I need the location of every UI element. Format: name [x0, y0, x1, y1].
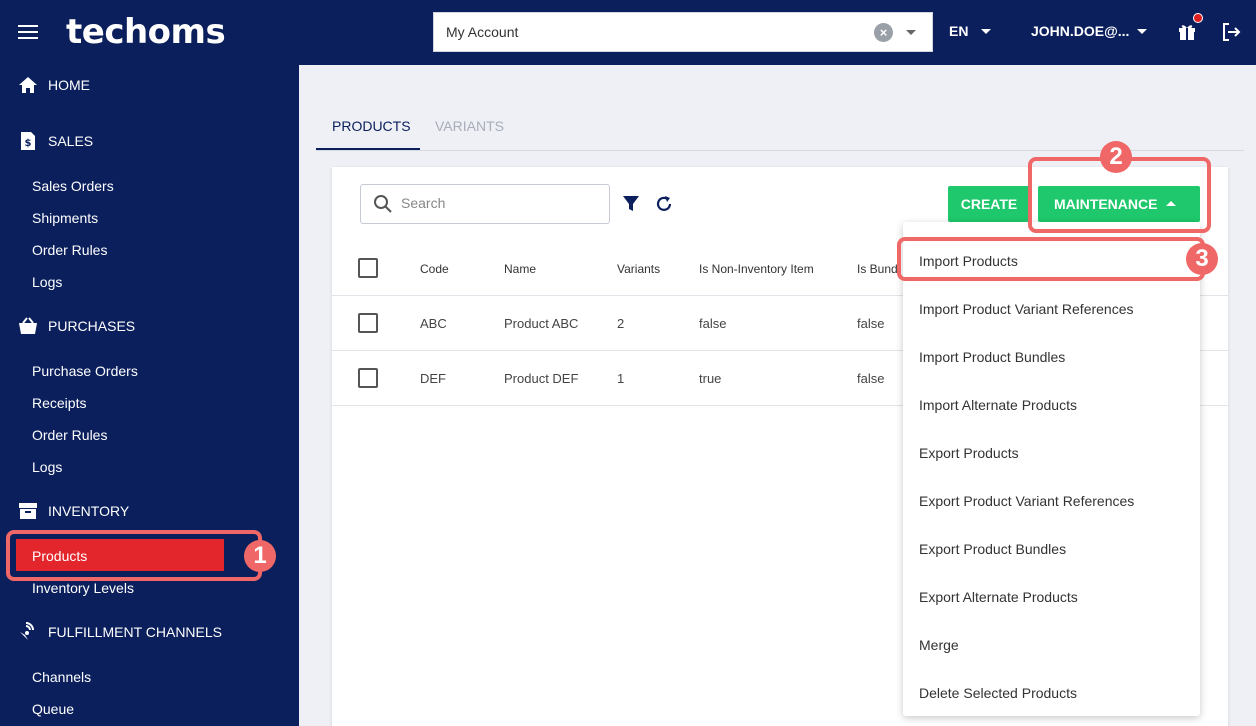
svg-text:$: $: [25, 138, 32, 149]
menu-item-export-products[interactable]: Export Products: [919, 445, 1019, 461]
menu-item-merge[interactable]: Merge: [919, 637, 959, 653]
clear-icon[interactable]: ×: [874, 23, 893, 42]
basket-icon: [18, 316, 38, 336]
logout-icon[interactable]: [1220, 21, 1242, 43]
top-bar: techoms My Account × EN JOHN.DOE@...: [0, 0, 1256, 65]
highlight-box-3: [897, 237, 1205, 281]
menu-item-import-bundles[interactable]: Import Product Bundles: [919, 349, 1065, 365]
search-input[interactable]: [401, 195, 601, 211]
column-header-bundle[interactable]: Is Bund: [857, 262, 898, 276]
row-checkbox[interactable]: [358, 313, 378, 333]
cell-bundle: false: [857, 316, 885, 331]
menu-item-export-bundles[interactable]: Export Product Bundles: [919, 541, 1066, 557]
cell-code: ABC: [420, 316, 447, 331]
tab-products[interactable]: PRODUCTS: [332, 118, 411, 134]
create-button[interactable]: CREATE: [948, 186, 1030, 222]
cell-non-inventory: true: [699, 371, 722, 386]
column-header-variants[interactable]: Variants: [617, 262, 660, 276]
chevron-down-icon[interactable]: [1137, 29, 1147, 34]
invoice-icon: $: [18, 131, 38, 151]
account-select[interactable]: My Account ×: [433, 12, 933, 52]
notification-dot: [1193, 13, 1203, 23]
cell-variants: 1: [617, 371, 625, 386]
cell-code: DEF: [420, 371, 446, 386]
cell-name: Product DEF: [504, 371, 579, 386]
search-icon: [374, 195, 392, 213]
sidebar: HOME $ SALES Sales Orders Shipments Orde…: [0, 65, 299, 726]
sidebar-section-inventory[interactable]: INVENTORY: [18, 501, 129, 521]
column-header-name[interactable]: Name: [504, 262, 536, 276]
sidebar-item-purchase-orders[interactable]: Purchase Orders: [32, 363, 138, 379]
gift-icon[interactable]: [1177, 21, 1197, 41]
menu-item-delete-selected[interactable]: Delete Selected Products: [919, 685, 1077, 701]
sidebar-item-sales-orders[interactable]: Sales Orders: [32, 178, 114, 194]
row-checkbox[interactable]: [358, 368, 378, 388]
sidebar-item-inventory-levels[interactable]: Inventory Levels: [32, 580, 134, 596]
cell-variants: 2: [617, 316, 625, 331]
highlight-box-1: [6, 530, 262, 581]
sidebar-section-label: FULFILLMENT CHANNELS: [48, 624, 223, 640]
refresh-icon[interactable]: [654, 194, 674, 214]
step-badge-2: 2: [1100, 141, 1132, 173]
sidebar-item-label: HOME: [48, 77, 90, 93]
logo: techoms: [66, 12, 226, 52]
chevron-down-icon[interactable]: [906, 30, 916, 35]
search-box[interactable]: [360, 184, 610, 224]
sidebar-section-purchases[interactable]: PURCHASES: [18, 316, 135, 336]
select-all-checkbox[interactable]: [358, 258, 378, 278]
tab-bar: PRODUCTS VARIANTS: [316, 100, 1244, 151]
sidebar-section-label: PURCHASES: [48, 318, 136, 334]
sidebar-item-channels[interactable]: Channels: [32, 669, 91, 685]
chevron-down-icon[interactable]: [981, 29, 991, 34]
menu-item-export-variant-references[interactable]: Export Product Variant References: [919, 493, 1134, 509]
sidebar-item-shipments[interactable]: Shipments: [32, 210, 98, 226]
cell-non-inventory: false: [699, 316, 727, 331]
cell-name: Product ABC: [504, 316, 579, 331]
account-select-value: My Account: [446, 24, 519, 40]
column-header-code[interactable]: Code: [420, 262, 449, 276]
cell-bundle: false: [857, 371, 885, 386]
home-icon: [18, 75, 38, 95]
archive-icon: [18, 501, 38, 521]
sidebar-item-logs[interactable]: Logs: [32, 274, 62, 290]
menu-item-export-alternate[interactable]: Export Alternate Products: [919, 589, 1078, 605]
satellite-icon: [18, 622, 38, 642]
sidebar-item-order-rules[interactable]: Order Rules: [32, 427, 107, 443]
menu-icon[interactable]: [18, 25, 38, 39]
menu-item-import-alternate[interactable]: Import Alternate Products: [919, 397, 1077, 413]
column-header-non-inventory[interactable]: Is Non-Inventory Item: [699, 262, 814, 276]
sidebar-item-order-rules[interactable]: Order Rules: [32, 242, 107, 258]
step-badge-1: 1: [244, 540, 276, 572]
sidebar-item-receipts[interactable]: Receipts: [32, 395, 86, 411]
maintenance-menu: Import Products Import Product Variant R…: [903, 222, 1200, 716]
sidebar-item-logs[interactable]: Logs: [32, 459, 62, 475]
sidebar-section-label: SALES: [48, 133, 94, 149]
tab-variants[interactable]: VARIANTS: [435, 118, 504, 134]
sidebar-section-fulfillment[interactable]: FULFILLMENT CHANNELS: [18, 622, 222, 642]
language-select[interactable]: EN: [949, 23, 968, 39]
step-badge-3: 3: [1186, 243, 1218, 275]
user-menu[interactable]: JOHN.DOE@...: [1031, 23, 1129, 39]
active-tab-indicator: [316, 148, 420, 150]
sidebar-section-label: INVENTORY: [48, 503, 130, 519]
filter-icon[interactable]: [622, 195, 640, 213]
sidebar-item-home[interactable]: HOME: [18, 75, 90, 95]
sidebar-item-queue[interactable]: Queue: [32, 701, 74, 717]
menu-item-import-variant-references[interactable]: Import Product Variant References: [919, 301, 1134, 317]
sidebar-section-sales[interactable]: $ SALES: [18, 131, 93, 151]
